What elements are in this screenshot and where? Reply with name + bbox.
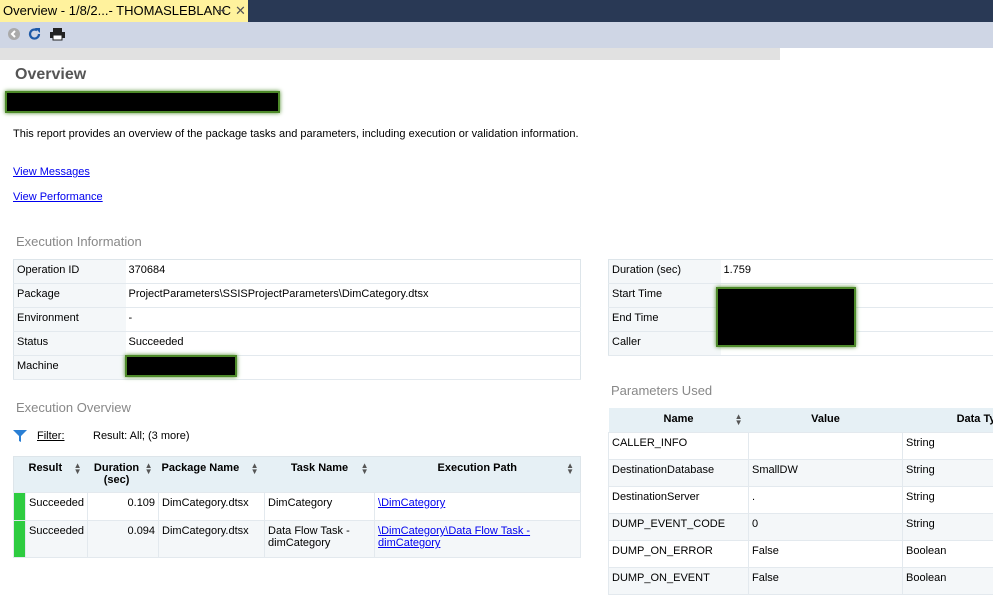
print-icon[interactable] <box>50 27 66 43</box>
duration-cell: 0.109 <box>88 493 159 521</box>
param-name: DestinationServer <box>609 486 749 513</box>
param-value: . <box>749 486 903 513</box>
sort-icon: ▲▼ <box>361 463 369 475</box>
sort-icon: ▲▼ <box>74 463 82 475</box>
execution-overview-heading: Execution Overview <box>16 400 131 415</box>
view-messages-link[interactable]: View Messages <box>13 166 90 178</box>
value: ProjectParameters\SSISProjectParameters\… <box>126 284 581 308</box>
param-value: SmallDW <box>749 459 903 486</box>
param-name: DUMP_ON_ERROR <box>609 540 749 567</box>
column-header-duration[interactable]: Duration (sec)▲▼ <box>88 457 159 493</box>
column-header-value[interactable]: Value <box>749 408 903 432</box>
param-type: String <box>903 513 993 540</box>
sort-icon: ▲▼ <box>251 463 259 475</box>
parameters-table: Name▲▼ Value Data Ty CALLER_INFO String D… <box>608 408 993 595</box>
table-row: Succeeded 0.094 DimCategory.dtsx Data Fl… <box>14 521 581 558</box>
param-type: Boolean <box>903 540 993 567</box>
table-row: DestinationServer.String <box>609 486 993 513</box>
value: 1.759 <box>721 260 993 284</box>
duration-cell: 0.094 <box>88 521 159 558</box>
param-type: String <box>903 459 993 486</box>
param-name: DestinationDatabase <box>609 459 749 486</box>
result-cell: Succeeded <box>26 521 88 558</box>
package-cell: DimCategory.dtsx <box>159 521 265 558</box>
label: Duration (sec) <box>609 260 721 284</box>
status-indicator <box>14 493 26 521</box>
redacted-box <box>125 355 237 377</box>
param-type: String <box>903 486 993 513</box>
value: 370684 <box>126 260 581 284</box>
param-type: Boolean <box>903 567 993 594</box>
param-value: False <box>749 567 903 594</box>
param-value <box>749 432 903 459</box>
tab-overview[interactable]: Overview - 1/8/2...- THOMASLEBLANC⊸ ✕ <box>0 0 248 22</box>
report-header-strip <box>0 48 780 60</box>
sort-icon: ▲▼ <box>145 463 153 475</box>
table-row: Succeeded 0.109 DimCategory.dtsx DimCate… <box>14 493 581 521</box>
column-header-path[interactable]: Execution Path▲▼ <box>375 457 581 493</box>
column-header-task[interactable]: Task Name▲▼ <box>265 457 375 493</box>
filter-link[interactable]: Filter: <box>37 430 65 442</box>
label: Status <box>14 332 126 356</box>
page-title: Overview <box>15 66 86 84</box>
view-performance-link[interactable]: View Performance <box>13 191 103 203</box>
sort-icon: ▲▼ <box>566 463 574 475</box>
refresh-icon[interactable] <box>28 27 44 43</box>
toolbar <box>0 22 993 48</box>
package-cell: DimCategory.dtsx <box>159 493 265 521</box>
column-header-package[interactable]: Package Name▲▼ <box>159 457 265 493</box>
param-value: 0 <box>749 513 903 540</box>
sort-icon: ▲▼ <box>735 414 743 426</box>
redacted-box <box>716 287 856 347</box>
table-row: DUMP_ON_EVENTFalseBoolean <box>609 567 993 594</box>
execution-information-heading: Execution Information <box>16 234 142 249</box>
label: Environment <box>14 308 126 332</box>
value: Succeeded <box>126 332 581 356</box>
execution-path-link[interactable]: \DimCategory\Data Flow Task - dimCategor… <box>375 521 581 558</box>
task-cell: Data Flow Task - dimCategory <box>265 521 375 558</box>
label: Machine <box>14 356 126 380</box>
param-name: CALLER_INFO <box>609 432 749 459</box>
back-icon[interactable] <box>7 27 23 43</box>
column-header-result[interactable]: Result▲▼ <box>26 457 88 493</box>
filter-icon[interactable] <box>13 429 27 446</box>
status-col-header <box>14 457 26 493</box>
table-row: DestinationDatabaseSmallDWString <box>609 459 993 486</box>
filter-value: Result: All; (3 more) <box>93 430 190 442</box>
value: - <box>126 308 581 332</box>
table-row: CALLER_INFO String <box>609 432 993 459</box>
label: Package <box>14 284 126 308</box>
label: Operation ID <box>14 260 126 284</box>
label: Caller <box>609 332 721 356</box>
table-row: DUMP_EVENT_CODE0String <box>609 513 993 540</box>
close-icon[interactable]: ✕ <box>235 0 246 22</box>
label: Start Time <box>609 284 721 308</box>
execution-info-table: Operation ID370684 PackageProjectParamet… <box>13 259 581 380</box>
execution-overview-table: Result▲▼ Duration (sec)▲▼ Package Name▲▼… <box>13 456 581 558</box>
redacted-box <box>5 91 280 113</box>
table-row: DUMP_ON_ERRORFalseBoolean <box>609 540 993 567</box>
parameters-used-heading: Parameters Used <box>611 383 712 398</box>
param-name: DUMP_ON_EVENT <box>609 567 749 594</box>
param-name: DUMP_EVENT_CODE <box>609 513 749 540</box>
pin-icon[interactable]: ⊸ <box>216 0 225 22</box>
execution-path-link[interactable]: \DimCategory <box>375 493 581 521</box>
report-description: This report provides an overview of the … <box>13 128 579 140</box>
param-type: String <box>903 432 993 459</box>
label: End Time <box>609 308 721 332</box>
status-indicator <box>14 521 26 558</box>
result-cell: Succeeded <box>26 493 88 521</box>
task-cell: DimCategory <box>265 493 375 521</box>
tab-title: Overview - 1/8/2...- THOMASLEBLANC <box>3 3 231 18</box>
param-value: False <box>749 540 903 567</box>
column-header-name[interactable]: Name▲▼ <box>609 408 749 432</box>
column-header-data-type[interactable]: Data Ty <box>903 408 993 432</box>
